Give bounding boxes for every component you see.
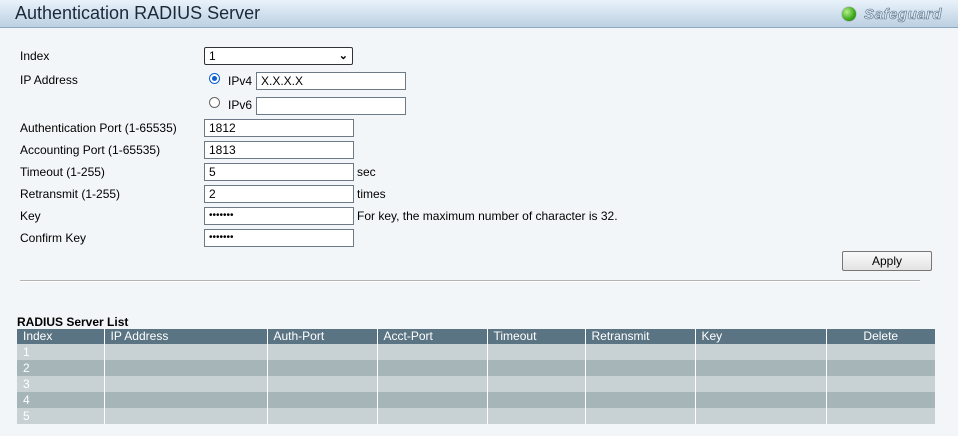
- ipv6-input[interactable]: [256, 97, 406, 115]
- row-auth-port: [266, 392, 377, 408]
- row-timeout: [486, 392, 585, 408]
- ip-address-label: IP Address: [20, 73, 78, 87]
- row-retransmit: [584, 360, 695, 376]
- ipv6-radio[interactable]: [209, 97, 220, 108]
- row-delete: [825, 360, 935, 376]
- table-row: 4: [17, 392, 935, 408]
- row-ip-address: [103, 376, 267, 392]
- row-acct-port: [376, 376, 487, 392]
- retransmit-unit: times: [357, 187, 386, 201]
- column-header-retransmit: Retransmit: [584, 329, 695, 344]
- row-timeout: [486, 344, 585, 360]
- table-row: 3: [17, 376, 935, 392]
- divider: [20, 280, 920, 282]
- row-timeout: [486, 376, 585, 392]
- key-input[interactable]: •••••••: [204, 207, 354, 225]
- row-acct-port: [376, 408, 487, 424]
- auth-port-label: Authentication Port (1-65535): [20, 121, 177, 135]
- auth-port-input[interactable]: 1812: [204, 119, 354, 137]
- row-key: [694, 376, 826, 392]
- column-header-acct-port: Acct-Port: [376, 329, 487, 344]
- row-retransmit: [584, 392, 695, 408]
- radius-server-table: Index IP Address Auth-Port Acct-Port Tim…: [17, 329, 935, 424]
- row-auth-port: [266, 360, 377, 376]
- settings-panel: Index 1 ⌄ IP Address IPv4 X.X.X.X IPv6 A…: [0, 28, 958, 436]
- table-row: 2: [17, 360, 935, 376]
- row-auth-port: [266, 408, 377, 424]
- ipv4-radio[interactable]: [209, 73, 220, 84]
- key-label: Key: [20, 209, 41, 223]
- retransmit-input[interactable]: 2: [204, 185, 354, 203]
- column-header-delete: Delete: [825, 329, 935, 344]
- index-select-value: 1: [209, 49, 216, 63]
- row-ip-address: [103, 392, 267, 408]
- chevron-down-icon: ⌄: [338, 50, 348, 62]
- ipv6-label: IPv6: [228, 98, 253, 112]
- row-ip-address: [103, 360, 267, 376]
- timeout-unit: sec: [357, 165, 376, 179]
- row-key: [694, 360, 826, 376]
- index-label: Index: [20, 49, 50, 63]
- row-delete: [825, 408, 935, 424]
- row-delete: [825, 392, 935, 408]
- row-timeout: [486, 360, 585, 376]
- column-header-key: Key: [694, 329, 826, 344]
- ipv4-label: IPv4: [228, 74, 253, 88]
- timeout-input[interactable]: 5: [204, 163, 354, 181]
- row-index: 1: [17, 344, 104, 360]
- green-dot-icon: [842, 7, 857, 21]
- row-key: [694, 392, 826, 408]
- confirm-key-label: Confirm Key: [20, 231, 87, 245]
- row-ip-address: [103, 408, 267, 424]
- row-retransmit: [584, 376, 695, 392]
- row-delete: [825, 344, 935, 360]
- retransmit-label: Retransmit (1-255): [20, 187, 121, 201]
- table-row: 1: [17, 344, 935, 360]
- safeguard-label: Safeguard: [864, 5, 942, 23]
- index-select[interactable]: 1 ⌄: [204, 47, 353, 65]
- row-delete: [825, 376, 935, 392]
- acct-port-input[interactable]: 1813: [204, 141, 354, 159]
- confirm-key-input[interactable]: •••••••: [204, 229, 354, 247]
- row-index: 3: [17, 376, 104, 392]
- row-auth-port: [266, 344, 377, 360]
- row-acct-port: [376, 360, 487, 376]
- row-acct-port: [376, 392, 487, 408]
- acct-port-label: Accounting Port (1-65535): [20, 143, 161, 157]
- column-header-index: Index: [17, 329, 104, 344]
- table-row: 5: [17, 408, 935, 424]
- server-list-title: RADIUS Server List: [17, 315, 129, 329]
- row-ip-address: [103, 344, 267, 360]
- row-key: [694, 344, 826, 360]
- column-header-ip-address: IP Address: [103, 329, 267, 344]
- page-title: Authentication RADIUS Server: [15, 3, 261, 23]
- column-header-timeout: Timeout: [486, 329, 585, 344]
- row-timeout: [486, 408, 585, 424]
- column-header-auth-port: Auth-Port: [266, 329, 377, 344]
- row-auth-port: [266, 376, 377, 392]
- row-index: 5: [17, 408, 104, 424]
- title-bar: Authentication RADIUS Server Safeguard: [0, 0, 958, 28]
- row-key: [694, 408, 826, 424]
- row-index: 2: [17, 360, 104, 376]
- ipv4-input[interactable]: X.X.X.X: [256, 72, 406, 90]
- table-header-row: Index IP Address Auth-Port Acct-Port Tim…: [17, 329, 935, 344]
- row-retransmit: [584, 344, 695, 360]
- row-acct-port: [376, 344, 487, 360]
- apply-button[interactable]: Apply: [842, 251, 932, 271]
- timeout-label: Timeout (1-255): [20, 165, 105, 179]
- key-hint: For key, the maximum number of character…: [357, 209, 618, 223]
- row-index: 4: [17, 392, 104, 408]
- row-retransmit: [584, 408, 695, 424]
- safeguard-indicator: Safeguard: [842, 5, 942, 23]
